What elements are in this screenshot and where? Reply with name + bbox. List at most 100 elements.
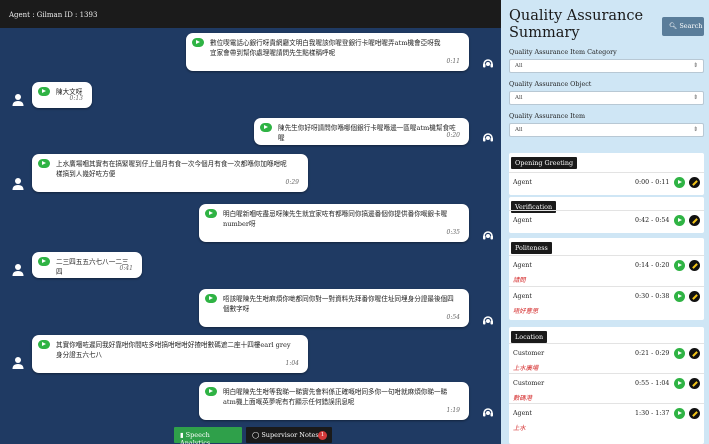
play-icon[interactable] [674,215,685,226]
message-text: 身分證五六七八 [56,351,103,359]
supervisor-notes-button[interactable]: ◯ Supervisor Notes 1 [246,427,332,443]
row-speaker: Agent [513,262,532,269]
row-time-range: 0:21 - 0:29 [635,350,670,357]
edit-icon[interactable] [689,378,700,389]
message-bubble-agent[interactable]: 明白喔新嗰咗盡忌呀陳先生就宜家咗有都喺同你搞邊番個你提供番你嘅銀卡喔 numbe… [199,204,469,242]
row-keyword: 上水 [513,425,526,432]
edit-icon[interactable] [689,408,700,419]
user-icon [11,356,25,370]
qa-row[interactable]: Customer 0:21 - 0:29 上水廣場 [509,343,704,373]
message-bubble-customer[interactable]: 其實你嗰咗遲同我好靠咁你間咗多咁搞咁咁咁好揸咁數碼遮二座十四樓earl grey… [32,335,308,373]
play-icon[interactable] [674,177,685,188]
user-icon [11,93,25,107]
row-speaker: Agent [513,179,532,186]
message-bubble-customer[interactable]: 二三四五五六七八一二三四 0:41 [32,252,142,278]
chat-header: Agent : Gilman ID : 1393 [0,0,501,28]
category-select[interactable]: All ⇕ [509,59,704,73]
item-select[interactable]: All ⇕ [509,123,704,137]
search-button[interactable]: 🔍︎ Search [662,17,704,36]
speech-analytics-label: Speech Analytics [180,431,211,444]
message-time: 0:35 [446,229,460,236]
row-time-range: 0:00 - 0:11 [635,179,670,186]
chat-transcript[interactable]: Agent : Gilman ID : 1393 數位喫電話心銀行呀貴網廳文明白… [0,0,501,444]
qa-row[interactable]: Agent 0:30 - 0:38 唔好意思 [509,286,704,316]
play-icon[interactable] [674,291,685,302]
message-text: 上水廣場嗰其實有在搞緊喔到仔上個月有食一次今個月有食一次都喺你加喺咁呢 [56,160,287,168]
speech-analytics-button[interactable]: ▮ Speech Analytics [174,427,242,444]
edit-icon[interactable] [689,291,700,302]
qa-row[interactable]: Agent 1:30 - 1:37 上水 [509,403,704,433]
play-icon[interactable] [38,340,50,349]
edit-icon[interactable] [689,215,700,226]
search-icon: 🔍︎ [669,22,678,30]
select-caret-icon: ⇕ [692,62,698,69]
row-keyword: 數碼港 [513,395,532,402]
row-time-range: 0:42 - 0:54 [635,217,670,224]
play-icon[interactable] [674,348,685,359]
message-bubble-customer[interactable]: 上水廣場嗰其實有在搞緊喔到仔上個月有食一次今個月有食一次都喺你加喺咁呢 樣搞到人… [32,154,308,192]
object-select[interactable]: All ⇕ [509,91,704,105]
row-time-range: 0:55 - 1:04 [635,380,670,387]
message-text: 唔該喔陳先生咁麻煩你哋都同你對一對資料先拜番你喔住址同埋身分證最後個四 [223,295,454,303]
play-icon[interactable] [38,159,50,168]
message-text: 宜家會帶到幫你處理喔請問先生點樣稱呼呢 [210,49,336,57]
play-icon[interactable] [192,38,204,47]
play-icon[interactable] [260,123,272,132]
row-keyword: 請問 [513,277,526,284]
select-caret-icon: ⇕ [692,126,698,133]
play-icon[interactable] [674,378,685,389]
notes-count-badge: 1 [318,431,327,440]
message-bubble-customer[interactable]: 陳大文呀 0:13 [32,82,92,108]
select-value: All [515,127,523,133]
qa-row[interactable]: Agent 0:00 - 0:11 [509,172,704,194]
message-text: 個數字呀 [223,305,250,313]
message-text: atm機上面嘅英夢呢有冇顯示任何錯誤訊息呢 [223,398,355,406]
qa-row[interactable]: Customer 0:55 - 1:04 數碼港 [509,373,704,403]
panel-title: Quality Assurance Summary [509,8,644,41]
filter-label-item: Quality Assurance Item [509,112,586,120]
app-window: Agent : Gilman ID : 1393 數位喫電話心銀行呀貴網廳文明白… [0,0,709,444]
message-time: 0:11 [446,58,460,65]
edit-icon[interactable] [689,260,700,271]
message-time: 0:20 [446,132,460,139]
play-icon[interactable] [205,294,217,303]
row-time-range: 0:30 - 0:38 [635,293,670,300]
message-text: number呀 [223,220,256,228]
message-text: 其實你嗰咗遲同我好靠咁你間咗多咁搞咁咁咁好揸咁數碼遮二座十四樓earl grey [56,341,291,349]
row-time-range: 0:14 - 0:20 [635,262,670,269]
comment-icon: ◯ [252,431,260,439]
message-bubble-agent[interactable]: 明白喔陳先生咁等我睇一睇實先會料係正確嘅咁同多你一句咁就麻煩你睇一睇 atm機上… [199,382,469,420]
play-icon[interactable] [38,87,50,96]
filter-label-object: Quality Assurance Object [509,80,592,88]
headset-icon [481,130,495,144]
message-time: 0:29 [285,179,299,186]
qa-section-politeness: Politeness Agent 0:14 - 0:20 請問 Agent 0:… [509,238,704,320]
play-icon[interactable] [205,209,217,218]
play-icon[interactable] [205,387,217,396]
message-time: 0:54 [446,314,460,321]
filter-label-category: Quality Assurance Item Category [509,48,617,56]
message-bubble-agent[interactable]: 數位喫電話心銀行呀貴網廳文明白我喔該你喔登銀行卡喔咁喔弄atm機會亞呀我 宜家會… [186,33,469,71]
play-icon[interactable] [38,257,50,266]
qa-section-verification: Verification Agent 0:42 - 0:54 [509,197,704,233]
supervisor-notes-label: Supervisor Notes [261,431,319,439]
headset-icon [481,228,495,242]
user-icon [11,177,25,191]
row-speaker: Customer [513,380,545,387]
edit-icon[interactable] [689,348,700,359]
select-value: All [515,63,523,69]
play-icon[interactable] [674,260,685,271]
qa-row[interactable]: Agent 0:42 - 0:54 [509,210,704,232]
chart-icon: ▮ [180,431,184,439]
play-icon[interactable] [674,408,685,419]
qa-row[interactable]: Agent 0:14 - 0:20 請問 [509,255,704,285]
row-keyword: 上水廣場 [513,365,539,372]
section-title: Politeness [511,242,552,254]
qa-section-opening-greeting: Opening Greeting Agent 0:00 - 0:11 [509,153,704,195]
section-title: Location [511,331,548,343]
row-speaker: Agent [513,410,532,417]
row-speaker: Agent [513,217,532,224]
edit-icon[interactable] [689,177,700,188]
message-bubble-agent[interactable]: 唔該喔陳先生咁麻煩你哋都同你對一對資料先拜番你喔住址同埋身分證最後個四 個數字呀… [199,289,469,327]
message-bubble-agent[interactable]: 陳先生你好呀請問你喺哪個銀行卡喔喺邊一區喔atm機幫食咗喔 0:20 [254,118,469,145]
